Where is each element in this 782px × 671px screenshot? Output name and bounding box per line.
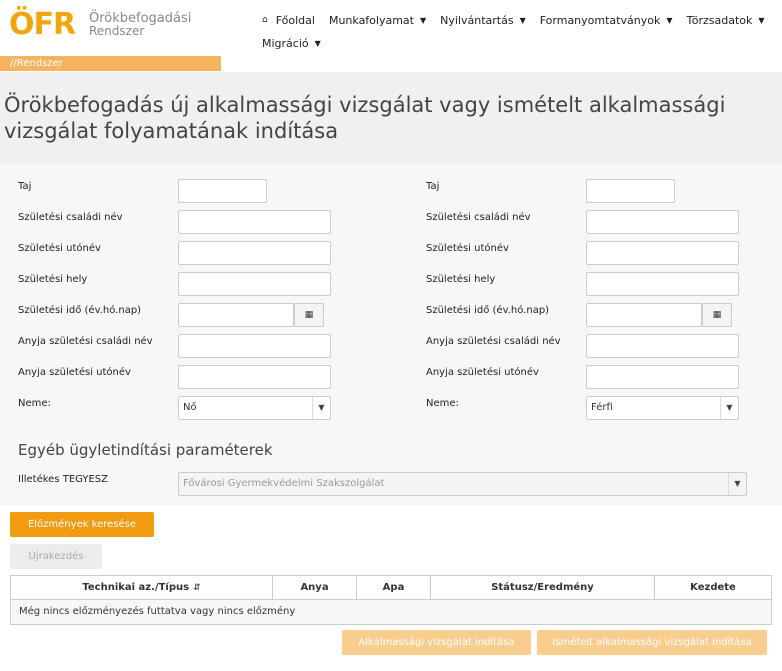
column-label: Technikai az./Típus: [82, 582, 190, 593]
header: ÖFR Örökbefogadási Rendszer ⌂ Főoldal Mu…: [0, 0, 782, 72]
nav-item-migration[interactable]: Migráció ▼: [262, 37, 321, 50]
column-label: Apa: [382, 582, 405, 593]
nav-item-workflow[interactable]: Munkafolyamat ▼: [329, 14, 426, 27]
right-birth-family-name-input[interactable]: [586, 210, 739, 234]
caret-down-icon: ▼: [419, 15, 427, 25]
left-birth-place-label: Születési hely: [18, 274, 88, 285]
nav-item-registry[interactable]: Nyilvántartás ▼: [440, 14, 526, 27]
caret-down-icon: ▼: [758, 15, 765, 25]
page-title: Örökbefogadás új alkalmassági vizsgálat …: [4, 93, 726, 143]
column-header-father: Apa: [357, 576, 431, 599]
column-header-start: Kezdete: [655, 576, 771, 599]
caret-down-icon: ▼: [666, 15, 673, 25]
app-logo[interactable]: ÖFR Örökbefogadási Rendszer: [9, 7, 191, 42]
column-header-technical-id[interactable]: Technikai az./Típus ⇵: [11, 576, 273, 599]
nav-row-2: Migráció ▼: [262, 33, 762, 53]
right-mother-family-name-label: Anyja születési családi név: [426, 336, 561, 347]
right-mother-given-name-input[interactable]: [586, 365, 739, 389]
right-taj-label: Taj: [426, 181, 440, 192]
nav-row-1: ⌂ Főoldal Munkafolyamat ▼ Nyilvántartás …: [262, 10, 765, 30]
left-birth-place-input[interactable]: [178, 272, 331, 296]
left-gender-select[interactable]: Nő ▼: [178, 396, 331, 420]
nav-label: Főoldal: [275, 13, 315, 27]
column-header-status: Státusz/Eredmény: [431, 576, 655, 599]
right-gender-select[interactable]: Férfi ▼: [586, 396, 739, 420]
left-mother-family-name-input[interactable]: [178, 334, 331, 358]
left-birth-family-name-input[interactable]: [178, 210, 331, 234]
nav-item-forms[interactable]: Formanyomtatványok ▼: [540, 14, 673, 27]
start-assessment-button[interactable]: Alkalmassági vizsgálat indítása: [342, 630, 531, 655]
left-taj-input[interactable]: [178, 179, 267, 203]
nav-item-home[interactable]: ⌂ Főoldal: [262, 14, 315, 27]
left-birth-family-name-label: Születési családi név: [18, 212, 123, 223]
left-birth-date-input[interactable]: [178, 303, 294, 327]
tegyesz-select[interactable]: Fővárosi Gyermekvédelmi Szakszolgálat ▼: [178, 472, 747, 496]
tegyesz-label: Illetékes TEGYESZ: [18, 474, 109, 485]
column-header-mother: Anya: [273, 576, 357, 599]
right-mother-family-name-input[interactable]: [586, 334, 739, 358]
other-params-title: Egyéb ügyletindítási paraméterek: [18, 441, 273, 459]
logo-mark: ÖFR: [9, 7, 76, 42]
right-gender-label: Neme:: [426, 398, 459, 409]
table-empty-row: Még nincs előzményezés futtatva vagy nin…: [11, 600, 771, 624]
left-mother-family-name-label: Anyja születési családi név: [18, 336, 153, 347]
nav-item-master-data[interactable]: Törzsadatok ▼: [686, 14, 764, 27]
right-mother-given-name-label: Anyja születési utónév: [426, 367, 539, 378]
left-birth-date-label: Születési idő (év.hó.nap): [18, 305, 142, 316]
nav-label: Törzsadatok: [686, 13, 753, 27]
calendar-icon: ▦: [712, 310, 722, 320]
right-gender-value: Férfi: [591, 402, 613, 413]
right-birth-place-label: Születési hely: [426, 274, 496, 285]
left-mother-given-name-input[interactable]: [178, 365, 331, 389]
column-label: Kezdete: [690, 582, 736, 593]
caret-down-icon: ▼: [314, 38, 321, 48]
nav-label: Munkafolyamat: [328, 13, 414, 27]
start-repeat-assessment-button[interactable]: Ismételt alkalmassági vizsgálat indítása: [537, 630, 767, 655]
right-birth-date-input[interactable]: [586, 303, 702, 327]
sort-icon: ⇵: [193, 582, 201, 593]
right-birth-given-name-label: Születési utónév: [426, 243, 509, 254]
column-label: Anya: [300, 582, 329, 593]
main-nav: ⌂ Főoldal Munkafolyamat ▼ Nyilvántartás …: [262, 10, 765, 53]
column-label: Státusz/Eredmény: [491, 582, 594, 593]
nav-label: Formanyomtatványok: [539, 13, 661, 27]
left-calendar-button[interactable]: ▦: [294, 303, 324, 327]
left-gender-value: Nő: [183, 402, 197, 413]
caret-down-icon: ▼: [312, 397, 330, 419]
left-birth-given-name-input[interactable]: [178, 241, 331, 265]
nav-label: Nyilvántartás: [440, 13, 514, 27]
calendar-icon: ▦: [304, 310, 314, 320]
right-taj-input[interactable]: [586, 179, 675, 203]
left-gender-label: Neme:: [18, 398, 51, 409]
caret-down-icon: ▼: [728, 473, 746, 495]
right-birth-date-label: Születési idő (év.hó.nap): [426, 305, 550, 316]
breadcrumb: //Rendszer: [0, 56, 221, 71]
logo-line2: Rendszer: [89, 24, 145, 38]
tegyesz-value: Fővárosi Gyermekvédelmi Szakszolgálat: [183, 478, 385, 489]
table-header: Technikai az./Típus ⇵ Anya Apa Státusz/E…: [11, 576, 771, 600]
caret-down-icon: ▼: [519, 15, 526, 25]
home-icon: ⌂: [262, 15, 268, 25]
right-calendar-button[interactable]: ▦: [702, 303, 732, 327]
right-birth-given-name-input[interactable]: [586, 241, 739, 265]
right-birth-place-input[interactable]: [586, 272, 739, 296]
right-birth-family-name-label: Születési családi név: [426, 212, 531, 223]
nav-label: Migráció: [262, 36, 309, 50]
restart-button[interactable]: Újrakezdés: [10, 544, 102, 569]
left-birth-given-name-label: Születési utónév: [18, 243, 101, 254]
left-taj-label: Taj: [18, 181, 32, 192]
caret-down-icon: ▼: [720, 397, 738, 419]
logo-text: Örökbefogadási Rendszer: [89, 12, 191, 38]
search-history-button[interactable]: Előzmények keresése: [10, 512, 154, 537]
history-table: Technikai az./Típus ⇵ Anya Apa Státusz/E…: [10, 575, 772, 625]
left-mother-given-name-label: Anyja születési utónév: [18, 367, 131, 378]
